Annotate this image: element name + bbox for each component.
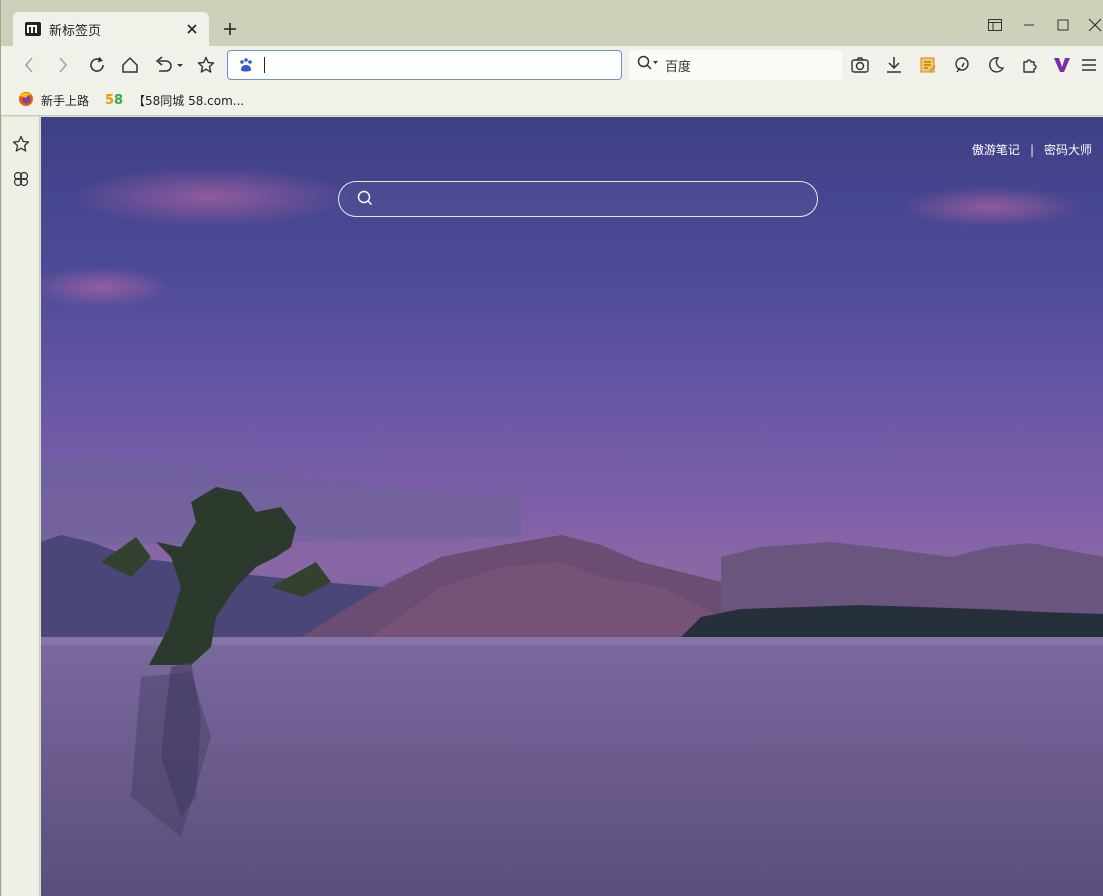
link-separator: | [1029, 142, 1034, 157]
sidebar [2, 117, 40, 896]
ai-icon[interactable] [950, 54, 974, 76]
extensions-icon[interactable] [1018, 54, 1042, 76]
menu-icon[interactable] [1078, 54, 1100, 76]
reload-icon[interactable] [85, 54, 109, 76]
tab-strip: 新标签页 [1, 0, 1103, 46]
new-tab-button[interactable] [219, 18, 241, 40]
password-master-link[interactable]: 密码大师 [1044, 141, 1092, 158]
camera-icon[interactable] [848, 54, 872, 76]
firefox-icon [18, 91, 34, 110]
tab-new-tab-page[interactable]: 新标签页 [13, 12, 209, 46]
notes-icon[interactable] [916, 54, 940, 76]
baidu-paw-icon [238, 57, 254, 77]
back-icon[interactable] [17, 54, 41, 76]
tab-title: 新标签页 [49, 23, 102, 39]
quick-links: 傲游笔记 | 密码大师 [972, 141, 1092, 158]
bookmark-label: 新手上路 [41, 93, 90, 108]
close-icon[interactable] [183, 20, 201, 38]
v-icon[interactable] [1050, 54, 1074, 76]
address-bar[interactable] [227, 50, 622, 80]
moon-icon[interactable] [984, 54, 1008, 76]
new-tab-search-input[interactable] [338, 181, 818, 217]
favorites-star-icon[interactable] [10, 133, 32, 155]
maxthon-logo-icon [25, 21, 41, 37]
maxthon-notes-link[interactable]: 傲游笔记 [972, 141, 1020, 158]
browser-window: 新标签页 百度 新手上路 5 8 【58同城 58.com... 傲游笔记 | … [0, 0, 1103, 896]
text-caret [264, 57, 265, 73]
search-icon [357, 190, 373, 210]
download-icon[interactable] [882, 54, 906, 76]
bookmark-label: 【58同城 58.com... [133, 93, 245, 108]
58-logo-icon: 58 [105, 91, 125, 110]
close-window-button[interactable] [1084, 14, 1103, 36]
search-engine-label: 百度 [665, 59, 692, 75]
minimize-button[interactable] [1018, 14, 1040, 36]
bookmark-item[interactable]: 58 【58同城 58.com... [105, 90, 244, 110]
bookmarks-bar: 新手上路 58 【58同城 58.com... [1, 84, 1103, 116]
bookmark-item[interactable]: 新手上路 [18, 90, 89, 110]
search-icon [637, 55, 659, 75]
search-box[interactable]: 百度 [629, 50, 842, 80]
svg-text:8: 8 [114, 93, 123, 107]
toolbar: 百度 [1, 46, 1103, 84]
home-icon[interactable] [118, 54, 142, 76]
star-icon[interactable] [194, 54, 218, 76]
apps-flower-icon[interactable] [10, 168, 32, 190]
svg-text:5: 5 [105, 93, 114, 107]
undo-icon[interactable] [152, 54, 186, 76]
maximize-button[interactable] [1052, 14, 1074, 36]
forward-icon[interactable] [51, 54, 75, 76]
sidebar-layout-icon[interactable] [984, 14, 1006, 36]
landscape-background-image [41, 167, 1103, 896]
new-tab-page: 傲游笔记 | 密码大师 [41, 117, 1103, 896]
